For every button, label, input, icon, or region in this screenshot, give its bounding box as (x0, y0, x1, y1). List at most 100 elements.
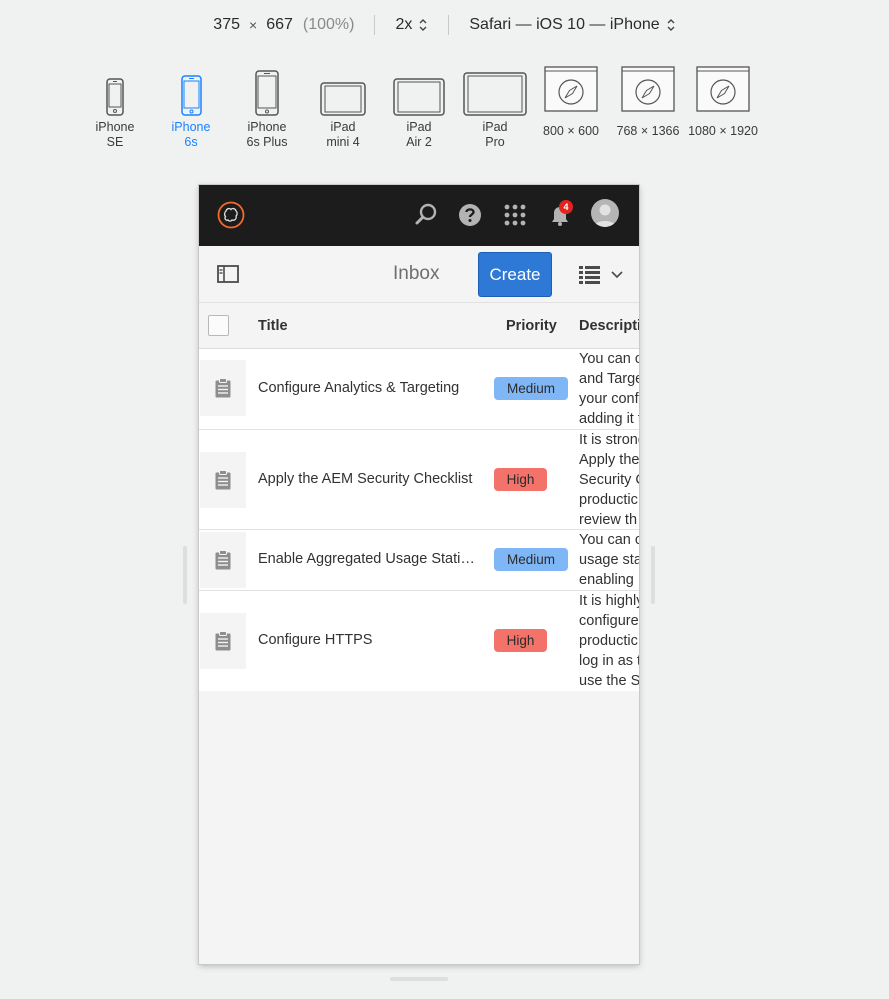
apps-grid-icon[interactable] (501, 201, 529, 229)
table-row[interactable]: Enable Aggregated Usage Statistic... Med… (199, 530, 639, 591)
table-row[interactable]: Apply the AEM Security Checklist High It… (199, 430, 639, 530)
device-label: iPhone (171, 120, 211, 134)
column-header-priority[interactable]: Priority (506, 318, 557, 334)
priority-badge: Medium (494, 377, 568, 400)
priority-badge: High (494, 629, 547, 652)
device-ipad-pro[interactable]: iPad Pro (462, 62, 528, 150)
device-iphone-se[interactable]: iPhone SE (94, 62, 136, 150)
dimension-separator: × (249, 17, 258, 33)
user-agent-select[interactable]: Safari — iOS 10 — iPhone (469, 16, 675, 34)
phone-icon (255, 70, 279, 116)
description-line: review th (579, 512, 638, 528)
device-presets: iPhone SE iPhone 6s iPhone 6s Plus iPad … (0, 62, 889, 152)
table-row[interactable]: Configure HTTPS High It is highly config… (199, 591, 639, 691)
device-viewport: 4 Inbox Create Title Priority Descripti … (199, 185, 639, 964)
user-icon (594, 204, 616, 227)
clipboard-icon (215, 378, 231, 398)
description-line: configure (579, 613, 639, 629)
description-line: use the SS (579, 673, 639, 689)
clipboard-icon (215, 550, 231, 570)
task-thumbnail (200, 360, 246, 416)
device-label: iPhone (247, 120, 287, 134)
chevron-down-icon (611, 271, 623, 279)
viewport-height[interactable]: 667 (266, 16, 293, 34)
divider (374, 15, 376, 35)
pixel-ratio-select[interactable]: 2x (395, 16, 428, 34)
device-ipad-mini-4[interactable]: iPad mini 4 (318, 62, 368, 150)
divider (448, 15, 450, 35)
description-line: It is strong (579, 432, 639, 448)
device-label: iPhone (95, 120, 135, 134)
updown-chevron-icon (667, 19, 675, 31)
device-label: mini 4 (326, 135, 360, 149)
device-label: 800 × 600 (543, 124, 599, 138)
clipboard-icon (215, 470, 231, 490)
page-title: Inbox (393, 263, 440, 284)
description-line: adding it t (579, 411, 639, 427)
rdm-toolbar: 375 × 667 (100%) 2x Safari — iOS 10 — iP… (0, 12, 889, 38)
device-label: 6s (184, 135, 198, 149)
browser-window-icon (544, 66, 598, 112)
device-label: 768 × 1366 (616, 124, 680, 138)
view-switcher[interactable] (579, 265, 625, 285)
updown-chevron-icon (419, 19, 427, 31)
device-iphone-6s[interactable]: iPhone 6s (170, 62, 212, 150)
resize-handle-left[interactable] (183, 546, 187, 604)
description-line: and Targe (579, 371, 639, 387)
column-header-description[interactable]: Descripti (579, 318, 639, 334)
task-title: Configure HTTPS (258, 632, 373, 648)
action-bar: Inbox Create (199, 246, 639, 303)
user-agent-value: Safari — iOS 10 — iPhone (469, 16, 660, 33)
task-thumbnail (200, 532, 246, 588)
zoom-level: (100%) (302, 16, 355, 33)
tablet-icon (320, 82, 366, 116)
viewport-dimensions[interactable]: 375 × 667 (100%) (213, 16, 354, 34)
browser-window-icon (696, 66, 750, 112)
description-line: your conf (579, 391, 639, 407)
priority-badge: Medium (494, 548, 568, 571)
tablet-icon (463, 72, 527, 116)
description-line: productic (579, 633, 638, 649)
avatar[interactable] (591, 199, 619, 227)
notification-badge: 4 (559, 200, 573, 214)
inbox-table: Title Priority Descripti Configure Analy… (199, 303, 639, 691)
description-line: You can c (579, 351, 639, 367)
resize-handle-right[interactable] (651, 546, 655, 604)
create-button[interactable]: Create (478, 252, 552, 297)
select-all-checkbox[interactable] (208, 315, 229, 336)
table-row[interactable]: Configure Analytics & Targeting Medium Y… (199, 349, 639, 430)
device-label: 6s Plus (246, 135, 288, 149)
column-header-title[interactable]: Title (258, 318, 288, 334)
viewport-width[interactable]: 375 (213, 16, 240, 34)
task-thumbnail (200, 613, 246, 669)
help-icon[interactable] (456, 201, 484, 229)
shell-header: 4 (199, 185, 639, 246)
clipboard-icon (215, 631, 231, 651)
device-label: 1080 × 1920 (688, 124, 758, 138)
list-view-icon (579, 266, 600, 284)
device-768x1366[interactable]: 768 × 1366 (612, 62, 684, 139)
description-line: usage stat (579, 552, 639, 568)
device-label: Pro (485, 135, 505, 149)
description-line: enabling (579, 572, 634, 588)
description-line: Security C (579, 472, 639, 488)
resize-handle-bottom[interactable] (390, 977, 448, 981)
device-ipad-air-2[interactable]: iPad Air 2 (392, 62, 446, 150)
description-line: productic (579, 492, 638, 508)
task-thumbnail (200, 452, 246, 508)
device-1080x1920[interactable]: 1080 × 1920 (686, 62, 760, 139)
task-title: Enable Aggregated Usage Statistic... (258, 551, 480, 567)
device-iphone-6s-plus[interactable]: iPhone 6s Plus (244, 62, 290, 150)
device-label: iPad (406, 120, 432, 134)
adobe-experience-cloud-logo[interactable] (217, 201, 245, 229)
device-800x600[interactable]: 800 × 600 (538, 62, 604, 139)
browser-window-icon (621, 66, 675, 112)
task-title: Apply the AEM Security Checklist (258, 471, 473, 487)
rail-toggle-icon[interactable] (217, 265, 239, 283)
search-icon[interactable] (412, 201, 440, 229)
device-label: iPad (330, 120, 356, 134)
device-label: SE (106, 135, 124, 149)
description-line: Apply the (579, 452, 639, 468)
device-label: Air 2 (406, 135, 432, 149)
task-description: You can c and Targe your conf adding it … (579, 349, 639, 429)
